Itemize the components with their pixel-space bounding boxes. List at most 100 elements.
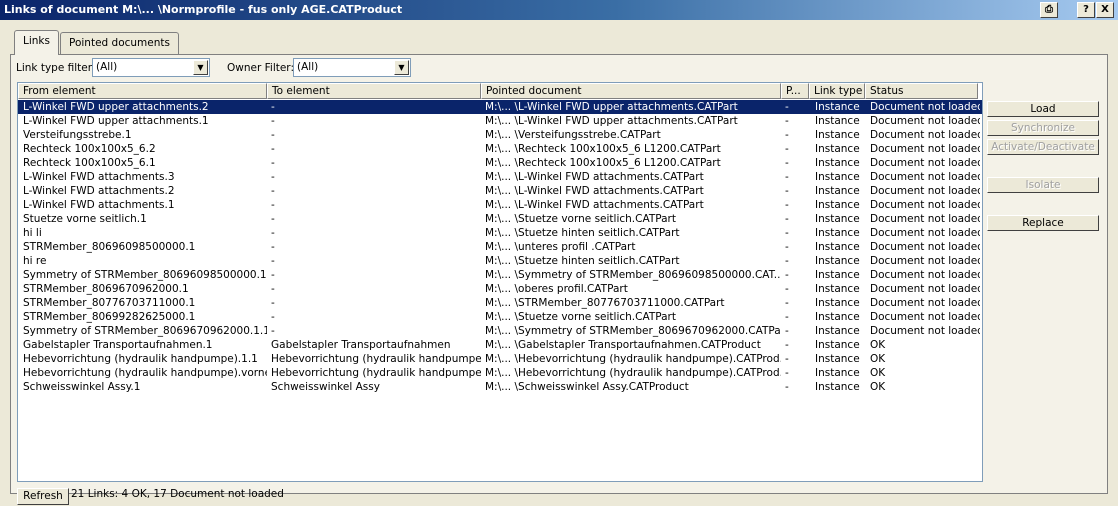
cell-p: - — [785, 311, 789, 323]
cell-from-element: Schweisswinkel Assy.1 — [23, 381, 141, 393]
cell-pointed-document: M:\... \Rechteck 100x100x5_6 L1200.CATPa… — [485, 143, 721, 155]
table-row[interactable]: Rechteck 100x100x5_6.2 - M:\... \Rechteck … — [18, 142, 982, 156]
cell-from-element: STRMember_80699282625000.1 — [23, 311, 196, 323]
cell-from-element: STRMember_8069670962000.1 — [23, 283, 189, 295]
cell-to-element: - — [271, 157, 275, 169]
owner-filter-value: (All) — [297, 61, 319, 73]
chevron-down-icon[interactable]: ▼ — [394, 60, 409, 75]
replace-button[interactable]: Replace — [987, 215, 1099, 231]
table-row[interactable]: Symmetry of STRMember_80696098500000.1.1… — [18, 268, 982, 282]
cell-p: - — [785, 213, 789, 225]
cell-pointed-document: M:\... \L-Winkel FWD attachments.CATPart — [485, 185, 704, 197]
cell-p: - — [785, 283, 789, 295]
link-type-filter-dropdown[interactable]: (All) ▼ — [92, 58, 210, 77]
cell-p: - — [785, 325, 789, 337]
table-row[interactable]: L-Winkel FWD attachments.3 - M:\... \L-Win… — [18, 170, 982, 184]
title-bar: Links of document M:\... \Normprofile - … — [0, 0, 1118, 20]
tab-pointed-documents[interactable]: Pointed documents — [60, 32, 179, 54]
cell-pointed-document: M:\... \L-Winkel FWD upper attachments.C… — [485, 115, 738, 127]
cell-link-type: Instance — [815, 269, 860, 281]
cell-from-element: L-Winkel FWD upper attachments.1 — [23, 115, 209, 127]
column-header-link-type[interactable]: Link type — [809, 83, 865, 99]
cell-status: Document not loaded — [870, 297, 980, 309]
table-row[interactable]: Hebevorrichtung (hydraulik handpumpe).vo… — [18, 366, 982, 380]
column-header-pointed-document[interactable]: Pointed document — [481, 83, 781, 99]
cell-from-element: Hebevorrichtung (hydraulik handpumpe).1.… — [23, 353, 258, 365]
cell-pointed-document: M:\... \Gabelstapler Transportaufnahmen.… — [485, 339, 761, 351]
synchronize-button[interactable]: Synchronize — [987, 120, 1099, 136]
table-row[interactable]: STRMember_80696098500000.1 - M:\... \unter… — [18, 240, 982, 254]
column-header-from-element[interactable]: From element — [18, 83, 267, 99]
table-row[interactable]: L-Winkel FWD attachments.1 - M:\... \L-Win… — [18, 198, 982, 212]
cell-status: Document not loaded — [870, 199, 980, 211]
cell-pointed-document: M:\... \unteres profil .CATPart — [485, 241, 636, 253]
cell-link-type: Instance — [815, 101, 860, 113]
table-row[interactable]: Gabelstapler Transportaufnahmen.1 Gabelst… — [18, 338, 982, 352]
cell-p: - — [785, 269, 789, 281]
table-row[interactable]: Hebevorrichtung (hydraulik handpumpe).1.… — [18, 352, 982, 366]
cell-to-element: - — [271, 199, 275, 211]
cell-status: Document not loaded — [870, 101, 980, 113]
cell-link-type: Instance — [815, 143, 860, 155]
cell-to-element: - — [271, 297, 275, 309]
cell-from-element: Versteifungsstrebe.1 — [23, 129, 132, 141]
cell-from-element: Stuetze vorne seitlich.1 — [23, 213, 147, 225]
cell-p: - — [785, 241, 789, 253]
cell-from-element: L-Winkel FWD upper attachments.2 — [23, 101, 209, 113]
column-header-status[interactable]: Status — [865, 83, 978, 99]
status-text: 21 Links: 4 OK, 17 Document not loaded — [71, 488, 284, 500]
table-row[interactable]: Versteifungsstrebe.1 - M:\... \Versteifung… — [18, 128, 982, 142]
cell-link-type: Instance — [815, 157, 860, 169]
cell-from-element: STRMember_80696098500000.1 — [23, 241, 196, 253]
cell-status: Document not loaded — [870, 185, 980, 197]
cell-pointed-document: M:\... \STRMember_80776703711000.CATPart — [485, 297, 725, 309]
cell-from-element: Hebevorrichtung (hydraulik handpumpe).vo… — [23, 367, 267, 379]
cell-to-element: - — [271, 185, 275, 197]
cell-p: - — [785, 143, 789, 155]
table-row[interactable]: hi li - M:\... \Stuetze hinten seitlich.CA… — [18, 226, 982, 240]
table-row[interactable]: L-Winkel FWD attachments.2 - M:\... \L-Win… — [18, 184, 982, 198]
table-row[interactable]: L-Winkel FWD upper attachments.2 - M:\... … — [18, 100, 982, 114]
cell-p: - — [785, 353, 789, 365]
cell-from-element: Rechteck 100x100x5_6.2 — [23, 143, 156, 155]
cell-link-type: Instance — [815, 213, 860, 225]
cell-pointed-document: M:\... \L-Winkel FWD attachments.CATPart — [485, 199, 704, 211]
cell-pointed-document: M:\... \Schweisswinkel Assy.CATProduct — [485, 381, 689, 393]
cell-p: - — [785, 199, 789, 211]
close-button[interactable]: X — [1096, 2, 1114, 18]
table-row[interactable]: Symmetry of STRMember_8069670962000.1.1-… — [18, 324, 982, 338]
table-row[interactable]: hi re - M:\... \Stuetze hinten seitlich.CA… — [18, 254, 982, 268]
table-row[interactable]: STRMember_8069670962000.1 - M:\... \oberes… — [18, 282, 982, 296]
column-header-p[interactable]: P... — [781, 83, 809, 99]
table-row[interactable]: Stuetze vorne seitlich.1 - M:\... \Stuetze… — [18, 212, 982, 226]
link-type-filter-label: Link type filter: — [16, 62, 96, 74]
tab-links[interactable]: Links — [14, 30, 59, 55]
help-button[interactable]: ? — [1077, 2, 1095, 18]
table-row[interactable]: Rechteck 100x100x5_6.1 - M:\... \Rechteck … — [18, 156, 982, 170]
chevron-down-icon[interactable]: ▼ — [193, 60, 208, 75]
cell-from-element: Gabelstapler Transportaufnahmen.1 — [23, 339, 213, 351]
owner-filter-dropdown[interactable]: (All) ▼ — [293, 58, 411, 77]
cell-to-element: Gabelstapler Transportaufnahmen — [271, 339, 451, 351]
column-header-to-element[interactable]: To element — [267, 83, 481, 99]
table-row[interactable]: Schweisswinkel Assy.1 Schweisswinkel Assy… — [18, 380, 982, 394]
cell-from-element: L-Winkel FWD attachments.3 — [23, 171, 175, 183]
table-row[interactable]: STRMember_80699282625000.1 - M:\... \Stuet… — [18, 310, 982, 324]
table-row[interactable]: STRMember_80776703711000.1 - M:\... \STRMe… — [18, 296, 982, 310]
cell-p: - — [785, 227, 789, 239]
isolate-button[interactable]: Isolate — [987, 177, 1099, 193]
load-button[interactable]: Load — [987, 101, 1099, 117]
activate-deactivate-button[interactable]: Activate/Deactivate — [987, 139, 1099, 155]
cell-from-element: L-Winkel FWD attachments.2 — [23, 185, 175, 197]
cell-link-type: Instance — [815, 325, 860, 337]
table-row[interactable]: L-Winkel FWD upper attachments.1 - M:\... … — [18, 114, 982, 128]
refresh-button[interactable]: Refresh — [17, 488, 69, 505]
link-type-filter-value: (All) — [96, 61, 118, 73]
print-icon[interactable]: ⎙ — [1040, 2, 1058, 18]
links-table[interactable]: From element To element Pointed document… — [17, 82, 983, 482]
cell-link-type: Instance — [815, 367, 860, 379]
cell-pointed-document: M:\... \Symmetry of STRMember_8069609850… — [485, 269, 781, 281]
cell-pointed-document: M:\... \Hebevorrichtung (hydraulik handp… — [485, 367, 781, 379]
window-title: Links of document M:\... \Normprofile - … — [4, 3, 403, 16]
cell-status: Document not loaded — [870, 325, 980, 337]
